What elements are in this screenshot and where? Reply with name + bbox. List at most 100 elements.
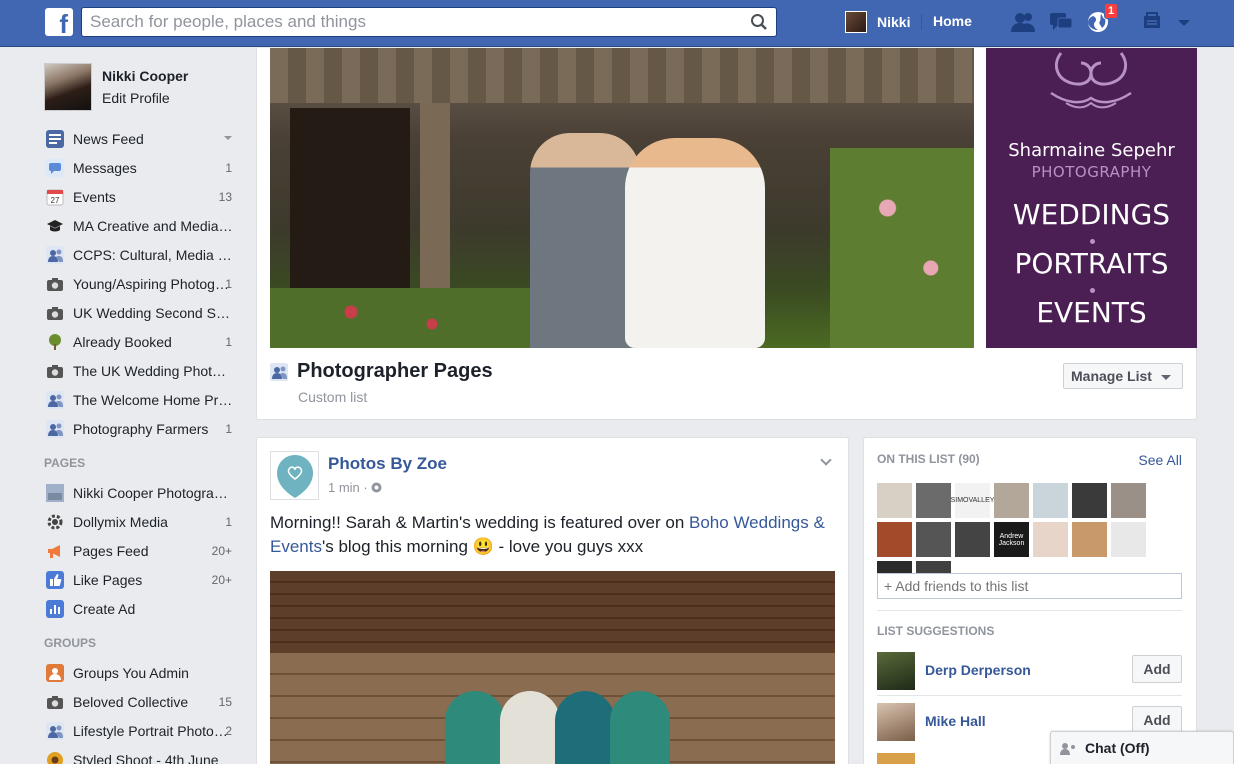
post-author[interactable]: Photos By Zoe — [328, 454, 447, 474]
messages-icon — [46, 158, 64, 177]
pages-item[interactable]: Dollymix Media 1 — [44, 507, 244, 536]
groups-item[interactable]: Lifestyle Portrait Photographers2 — [44, 716, 244, 745]
suggestion-name[interactable]: Derp Derperson — [925, 662, 1031, 678]
sidebar-item[interactable]: Messages 1 — [44, 153, 244, 182]
groups-item[interactable]: Groups You Admin — [44, 658, 244, 687]
post-timestamp[interactable]: 1 min · — [328, 480, 382, 495]
groups-item[interactable]: Styled Shoot - 4th June — [44, 745, 244, 764]
pages-item[interactable]: Like Pages 20+ — [44, 565, 244, 594]
chat-icon — [1060, 743, 1075, 755]
account-menu-caret-icon[interactable] — [1176, 10, 1192, 34]
left-navigation: Nikki Cooper Edit Profile News Feed Messa… — [44, 60, 244, 764]
graduation-cap-icon — [46, 217, 64, 235]
sidebar-item[interactable]: The UK Wedding Photographers — [44, 356, 244, 385]
sidebar-item-count: 1 — [225, 160, 232, 175]
list-member-thumbnail[interactable] — [1072, 522, 1107, 557]
search-bar[interactable] — [81, 7, 777, 37]
list-icon — [270, 362, 288, 381]
tree-icon — [46, 333, 64, 351]
edit-profile-link[interactable]: Edit Profile — [102, 90, 188, 106]
pages-item[interactable]: Nikki Cooper Photography — [44, 478, 244, 507]
sidebar-item[interactable]: News Feed — [44, 124, 244, 153]
user-name: Nikki — [877, 14, 911, 30]
calendar-icon: 27 — [46, 188, 64, 206]
sidebar-item-label: Events — [73, 188, 116, 205]
sidebar-item[interactable]: Already Booked 1 — [44, 327, 244, 356]
brand-subtitle: PHOTOGRAPHY — [1031, 163, 1152, 181]
profile-name[interactable]: Nikki Cooper — [102, 68, 188, 84]
suggestion-avatar[interactable] — [877, 652, 915, 690]
gear-icon — [46, 513, 64, 531]
search-icon[interactable] — [750, 13, 768, 31]
sidebar-item[interactable]: Young/Aspiring Photographers1 — [44, 269, 244, 298]
pages-item-label: Dollymix Media — [73, 513, 168, 530]
suggestion-avatar[interactable] — [877, 753, 915, 764]
photo-person — [445, 691, 505, 764]
brand-dot — [1090, 288, 1095, 293]
list-member-thumbnail[interactable] — [1072, 483, 1107, 518]
list-member-thumbnail[interactable] — [955, 522, 990, 557]
list-title-row: Photographer Pages — [270, 360, 493, 383]
on-this-list-heading: ON THIS LIST (90) — [877, 452, 980, 466]
divider — [877, 695, 1182, 696]
list-member-thumbnail[interactable] — [1111, 483, 1146, 518]
sidebar-item[interactable]: Photography Farmers 1 — [44, 414, 244, 443]
list-member-thumbnail[interactable] — [916, 483, 951, 518]
add-friends-input[interactable] — [877, 573, 1182, 599]
list-member-thumbnail[interactable]: SIMOVALLEY — [951, 483, 994, 518]
list-member-thumbnail[interactable] — [994, 483, 1029, 518]
pages-item[interactable]: Create Ad — [44, 594, 244, 623]
sidebar-item[interactable]: 27 Events 13 — [44, 182, 244, 211]
groups-item[interactable]: Beloved Collective 15 — [44, 687, 244, 716]
home-link[interactable]: Home — [933, 13, 972, 29]
pages-heading: PAGES — [44, 456, 86, 470]
sidebar-item[interactable]: MA Creative and Media Practice — [44, 211, 244, 240]
list-member-thumbnail[interactable]: Andrew Jackson — [994, 522, 1029, 557]
manage-list-label: Manage List — [1071, 368, 1152, 384]
list-member-thumbnail[interactable] — [1033, 522, 1068, 557]
search-input[interactable] — [82, 8, 742, 36]
list-member-thumbnail[interactable] — [877, 483, 912, 518]
groups-item-label: Beloved Collective — [73, 693, 189, 710]
see-all-link[interactable]: See All — [1138, 452, 1182, 468]
manage-list-button[interactable]: Manage List — [1063, 363, 1183, 389]
privacy-shortcuts-icon[interactable] — [1141, 10, 1167, 34]
bar-chart-icon — [46, 599, 64, 618]
chat-bar[interactable]: Chat (Off) — [1050, 731, 1234, 764]
list-header-card: Sharmaine Sepehr PHOTOGRAPHY WEDDINGS PO… — [256, 48, 1197, 420]
profile-summary[interactable]: Nikki Cooper Edit Profile — [44, 60, 244, 116]
friend-requests-icon[interactable] — [1010, 10, 1036, 34]
post-text: Morning!! Sarah & Martin's wedding is fe… — [270, 511, 830, 559]
post-options-chevron-icon[interactable] — [820, 454, 832, 466]
facebook-logo[interactable]: f — [45, 8, 73, 36]
avatar — [845, 11, 867, 33]
add-suggestion-button[interactable]: Add — [1132, 655, 1182, 683]
suggestion-avatar[interactable] — [877, 703, 915, 741]
sidebar-item-label: News Feed — [73, 130, 144, 147]
profile-picture[interactable] — [44, 63, 92, 111]
messages-icon[interactable] — [1048, 10, 1074, 34]
sidebar-item[interactable]: UK Wedding Second Shooters — [44, 298, 244, 327]
pages-item[interactable]: Pages Feed 20+ — [44, 536, 244, 565]
nav-divider — [921, 14, 922, 30]
sidebar-item[interactable]: CCPS: Cultural, Media and Policy — [44, 240, 244, 269]
add-suggestion-button[interactable]: Add — [1132, 706, 1182, 734]
suggestion-name[interactable]: Mike Hall — [925, 713, 986, 729]
sidebar-item-count: 1 — [225, 421, 232, 436]
list-member-thumbnail[interactable] — [1111, 522, 1146, 557]
list-suggestions-heading: LIST SUGGESTIONS — [877, 624, 995, 638]
sidebar-item[interactable]: The Welcome Home Project — [44, 385, 244, 414]
svg-text:27: 27 — [51, 196, 60, 205]
post-photo[interactable] — [270, 571, 835, 764]
sidebar-item-label: MA Creative and Media Practice — [73, 217, 233, 234]
post-text-end: 's blog this morning 😃 - love you guys x… — [321, 537, 644, 556]
list-member-thumbnail[interactable] — [877, 522, 912, 557]
chevron-down-icon[interactable] — [224, 136, 232, 140]
globe-privacy-icon — [371, 482, 382, 493]
profile-link[interactable]: Nikki — [845, 10, 910, 34]
sidebar-item-label: The UK Wedding Photographers — [73, 362, 233, 379]
page-avatar[interactable] — [270, 451, 319, 500]
list-member-thumbnail[interactable] — [916, 522, 951, 557]
groups-heading: GROUPS — [44, 636, 97, 650]
list-member-thumbnail[interactable] — [1033, 483, 1068, 518]
